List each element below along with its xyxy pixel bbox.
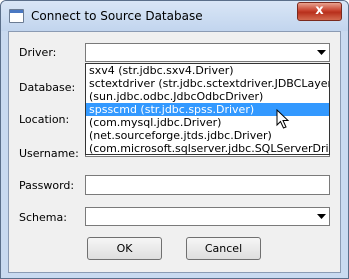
location-label: Location: xyxy=(19,113,70,126)
schema-select[interactable] xyxy=(85,207,330,226)
title-bar[interactable]: Connect to Source Database x xyxy=(1,1,348,31)
password-label: Password: xyxy=(19,179,75,192)
close-button[interactable]: x xyxy=(297,2,342,21)
ok-button[interactable]: OK xyxy=(87,237,162,260)
driver-select[interactable] xyxy=(85,43,330,62)
username-label: Username: xyxy=(19,147,79,160)
chevron-down-icon[interactable] xyxy=(313,44,329,61)
schema-label: Schema: xyxy=(19,211,67,224)
driver-option[interactable]: sxv4 (str.jdbc.sxv4.Driver) xyxy=(86,64,329,77)
driver-option[interactable]: (com.mysql.jdbc.Driver) xyxy=(86,116,329,129)
connect-dialog: Connect to Source Database x Driver: Dat… xyxy=(0,0,349,279)
chevron-down-icon[interactable] xyxy=(313,208,329,225)
driver-label: Driver: xyxy=(19,46,57,59)
driver-option[interactable]: (com.microsoft.sqlserver.jdbc.SQLServerD… xyxy=(86,142,329,154)
driver-option-selected[interactable]: spsscmd (str.jdbc.spss.Driver) xyxy=(86,103,329,116)
database-label: Database: xyxy=(19,81,76,94)
password-field[interactable] xyxy=(85,175,330,195)
driver-dropdown-list[interactable]: sxv4 (str.jdbc.sxv4.Driver) sctextdriver… xyxy=(85,63,330,155)
close-icon: x xyxy=(315,3,324,18)
mouse-pointer-icon xyxy=(276,109,290,129)
driver-option[interactable]: (net.sourceforge.jtds.jdbc.Driver) xyxy=(86,129,329,142)
window-app-icon xyxy=(9,9,24,23)
cancel-button[interactable]: Cancel xyxy=(186,237,261,260)
window-title: Connect to Source Database xyxy=(31,9,203,23)
driver-option[interactable]: sctextdriver (str.jdbc.sctextdriver.JDBC… xyxy=(86,77,329,90)
driver-option[interactable]: (sun.jdbc.odbc.JdbcOdbcDriver) xyxy=(86,90,329,103)
